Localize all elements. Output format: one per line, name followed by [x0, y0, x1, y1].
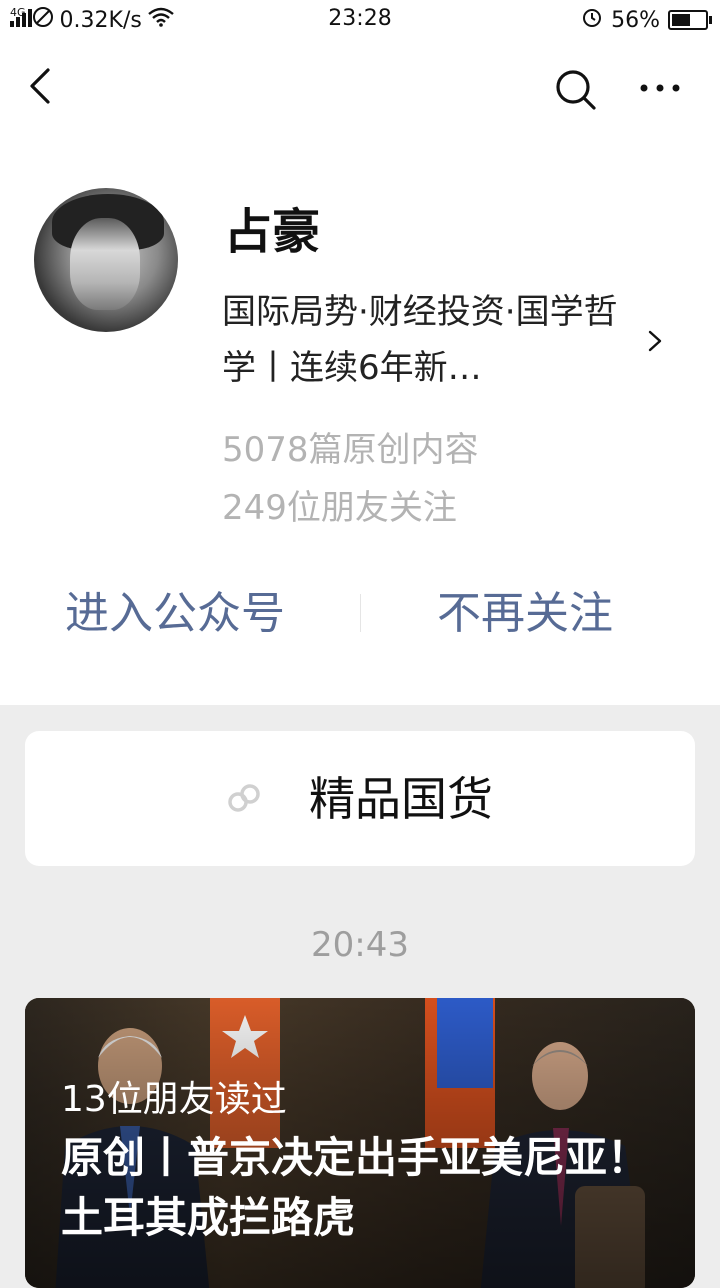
back-button[interactable]	[22, 66, 62, 106]
chevron-left-icon	[30, 68, 50, 104]
alarm-icon	[581, 6, 603, 34]
action-divider	[360, 594, 361, 632]
article-card[interactable]: 13位朋友读过 原创丨普京决定出手亚美尼亚！土耳其成拦路虎	[25, 998, 695, 1288]
account-description[interactable]: 国际局势·财经投资·国学哲学丨连续6年新…	[222, 284, 632, 396]
account-name: 占豪	[224, 204, 321, 260]
description-chevron[interactable]	[646, 330, 664, 352]
search-icon	[556, 70, 596, 110]
chevron-right-icon	[648, 330, 662, 352]
status-right: 56%	[581, 6, 712, 34]
avatar[interactable]	[34, 188, 178, 332]
friends-read-count: 13位朋友读过	[61, 1079, 287, 1120]
avatar-face	[70, 218, 140, 310]
article-title: 原创丨普京决定出手亚美尼亚！土耳其成拦路虎	[61, 1133, 650, 1242]
profile-section: 占豪 国际局势·财经投资·国学哲学丨连续6年新… 5078篇原创内容 249位朋…	[0, 40, 720, 705]
search-button[interactable]	[552, 66, 600, 114]
more-icon	[640, 84, 680, 92]
more-button[interactable]	[636, 74, 684, 102]
battery-icon	[668, 10, 712, 30]
mini-program-icon	[225, 779, 263, 817]
battery-percent: 56%	[611, 7, 660, 33]
mini-program-card[interactable]: 精品国货	[25, 731, 695, 866]
battery-level	[672, 14, 690, 26]
status-bar: 4G 0.32K/s 23:28 56%	[0, 0, 720, 40]
original-articles-count: 5078篇原创内容	[222, 430, 479, 470]
enter-account-button[interactable]: 进入公众号	[30, 584, 320, 644]
mini-program-label: 精品国货	[309, 772, 493, 826]
unfollow-button[interactable]: 不再关注	[400, 584, 650, 644]
friends-following-count: 249位朋友关注	[222, 488, 457, 528]
feed-timestamp: 20:43	[311, 925, 409, 965]
